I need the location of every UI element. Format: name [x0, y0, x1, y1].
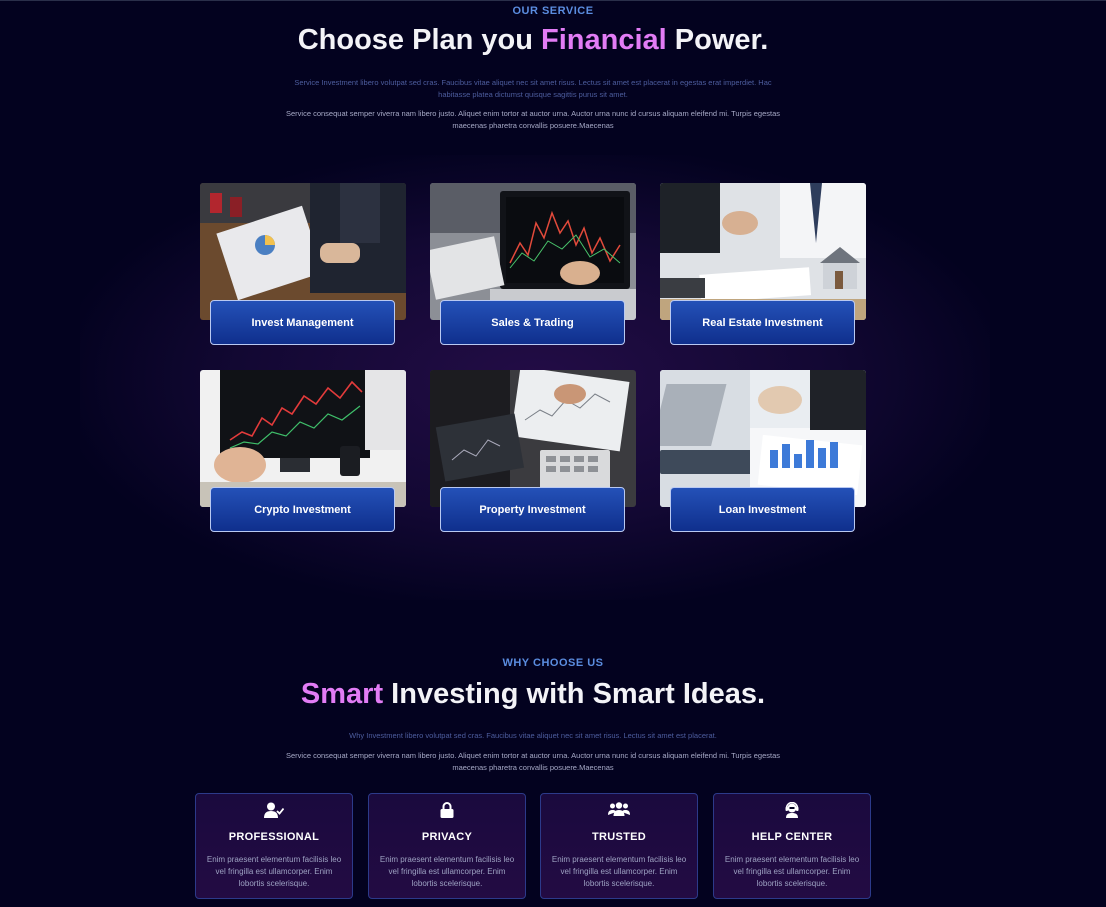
service-label[interactable]: Crypto Investment — [210, 487, 395, 532]
top-divider — [0, 0, 1106, 1]
why-subdescription: Service consequat semper viverra nam lib… — [286, 751, 780, 772]
service-subdescription: Service consequat semper viverra nam lib… — [286, 109, 780, 130]
feature-text: Enim praesent elementum facilisis leo ve… — [206, 855, 342, 888]
why-description: Why Investment libero volutpat sed cras.… — [349, 731, 717, 740]
feature-text: Enim praesent elementum facilisis leo ve… — [379, 855, 515, 888]
service-label[interactable]: Invest Management — [210, 300, 395, 345]
users-icon — [541, 802, 697, 820]
title-accent: Smart — [300, 678, 384, 710]
service-label[interactable]: Property Investment — [440, 487, 625, 532]
service-card-loan-investment[interactable]: Loan Investment — [660, 370, 866, 532]
feature-title: HELP CENTER — [751, 831, 833, 843]
service-card-crypto-investment[interactable]: Crypto Investment — [200, 370, 406, 532]
lock-icon — [369, 802, 525, 820]
feature-card-professional[interactable]: PROFESSIONAL Enim praesent elementum fac… — [195, 793, 353, 899]
support-agent-icon — [714, 802, 870, 820]
service-label[interactable]: Loan Investment — [670, 487, 855, 532]
service-description: Service Investment libero volutpat sed c… — [294, 78, 772, 99]
title-part: Investing with Smart Ideas. — [383, 678, 766, 710]
feature-text: Enim praesent elementum facilisis leo ve… — [724, 855, 860, 888]
title-part: Choose Plan you — [297, 24, 542, 56]
service-card-sales-trading[interactable]: Sales & Trading — [430, 183, 636, 345]
feature-card-privacy[interactable]: PRIVACY Enim praesent elementum facilisi… — [368, 793, 526, 899]
feature-title: PRIVACY — [421, 831, 473, 843]
why-section-tag: WHY CHOOSE US — [502, 657, 604, 669]
service-section-title: Choose Plan you Financial Power. — [0, 24, 1066, 57]
service-section-tag: OUR SERVICE — [512, 5, 594, 17]
title-accent: Financial — [541, 24, 667, 56]
service-card-real-estate-investment[interactable]: Real Estate Investment — [660, 183, 866, 345]
feature-title: TRUSTED — [591, 831, 647, 843]
why-section-title: Smart Investing with Smart Ideas. — [0, 678, 1066, 711]
feature-text: Enim praesent elementum facilisis leo ve… — [551, 855, 687, 888]
service-label[interactable]: Real Estate Investment — [670, 300, 855, 345]
service-card-invest-management[interactable]: Invest Management — [200, 183, 406, 345]
service-label[interactable]: Sales & Trading — [440, 300, 625, 345]
service-card-property-investment[interactable]: Property Investment — [430, 370, 636, 532]
user-check-icon — [196, 802, 352, 820]
feature-card-trusted[interactable]: TRUSTED Enim praesent elementum facilisi… — [540, 793, 698, 899]
feature-card-help-center[interactable]: HELP CENTER Enim praesent elementum faci… — [713, 793, 871, 899]
title-part: Power. — [666, 24, 769, 56]
feature-title: PROFESSIONAL — [228, 831, 320, 843]
